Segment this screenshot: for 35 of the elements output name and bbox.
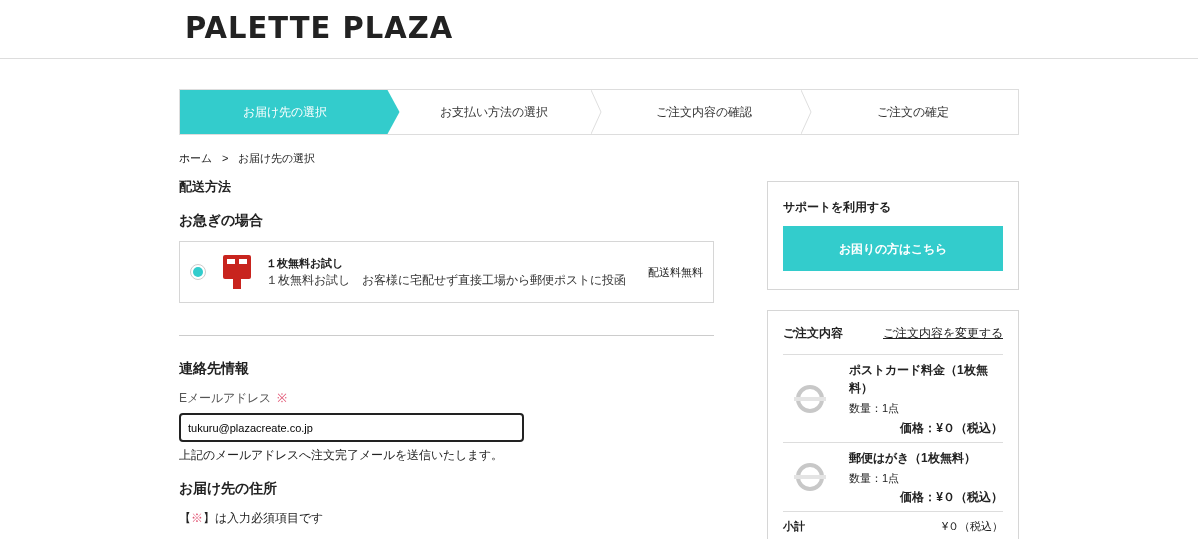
- section-heading: お届け先の住所: [179, 479, 278, 498]
- card-title: ご注文内容: [783, 325, 843, 342]
- step-tab[interactable]: ご注文内容の確認: [599, 90, 809, 134]
- option-title: １枚無料お試し: [266, 255, 344, 271]
- item-price: 価格：¥０（税込）: [899, 489, 1003, 506]
- shipping-fee: 配送料無料: [648, 264, 703, 280]
- required-mark: ※: [191, 511, 203, 525]
- item-name: ポストカード料金（1枚無料）: [849, 362, 989, 397]
- subtotal-label: 小計: [783, 519, 805, 534]
- field-label: Eメールアドレス: [179, 391, 271, 405]
- image-placeholder-icon: [794, 384, 826, 413]
- postbox-icon: [222, 255, 252, 289]
- subtotal-value: ¥０（税込）: [941, 519, 1003, 534]
- item-quantity: 数量：1点: [849, 470, 901, 486]
- section-heading: お急ぎの場合: [179, 211, 264, 230]
- required-note: 【: [179, 511, 191, 525]
- item-price: 価格：¥０（税込）: [899, 419, 1003, 437]
- help-text: 上記のメールアドレスへ注文完了メールを送信いたします。: [179, 447, 504, 464]
- item-quantity: 数量：1点: [849, 401, 901, 416]
- card-title: サポートを利用する: [783, 199, 892, 216]
- required-note: 】は入力必須項目です: [203, 511, 323, 525]
- item-name: 郵便はがき（1枚無料）: [849, 449, 977, 467]
- image-placeholder-icon: [794, 463, 826, 492]
- breadcrumb-separator: >: [222, 151, 229, 166]
- change-order-link[interactable]: ご注文内容を変更する: [883, 324, 1003, 342]
- email-field[interactable]: tukuru@plazacreate.co.jp: [179, 413, 524, 442]
- section-heading: 連絡先情報: [179, 359, 250, 378]
- breadcrumb-current: お届け先の選択: [238, 151, 316, 166]
- step-tab[interactable]: ご注文の確定: [808, 90, 1018, 134]
- required-mark: ※: [277, 391, 287, 405]
- option-description: １枚無料お試し お客様に宅配せず直接工場から郵便ポストに投函: [266, 272, 626, 290]
- logo[interactable]: PALETTE PLAZA: [179, 0, 1019, 44]
- breadcrumb-link[interactable]: ホーム: [179, 150, 212, 167]
- section-heading: 配送方法: [179, 177, 232, 196]
- shipping-option[interactable]: １枚無料お試し １枚無料お試し お客様に宅配せず直接工場から郵便ポストに投函 配送料無料: [179, 241, 714, 303]
